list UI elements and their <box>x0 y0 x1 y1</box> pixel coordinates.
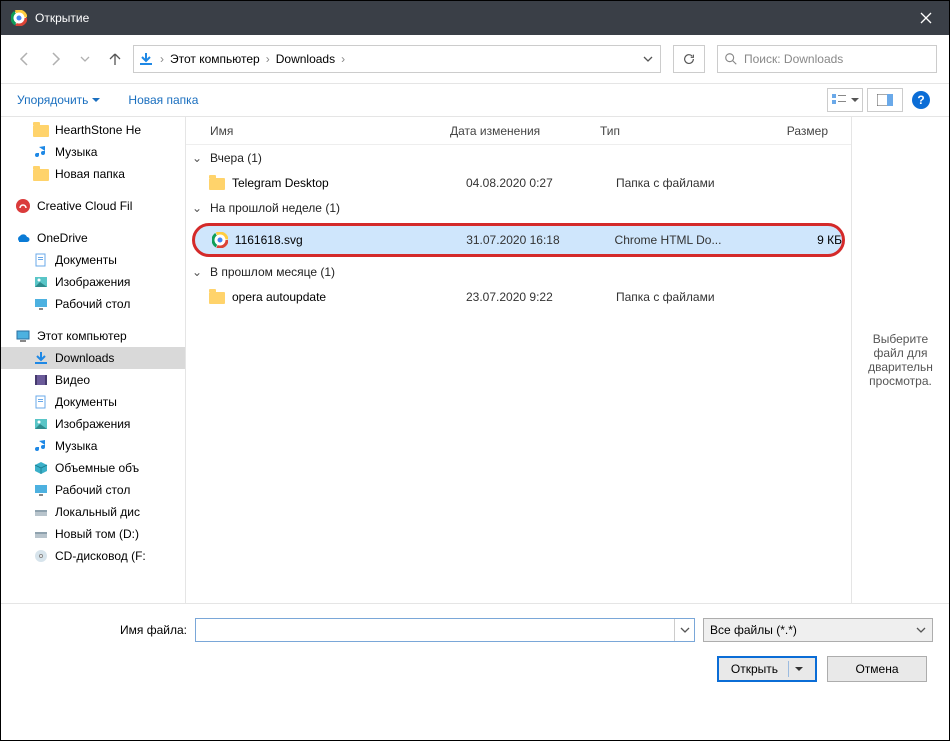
nav-toolbar: › Этот компьютер › Downloads › <box>1 35 949 83</box>
preview-text: Выберите файл для дварительн просмотра. <box>856 332 945 388</box>
filename-input[interactable] <box>196 619 674 641</box>
folder-icon <box>33 125 49 137</box>
group-header[interactable]: ⌄Вчера (1) <box>186 145 851 171</box>
col-date[interactable]: Дата изменения <box>444 124 594 138</box>
thispc-icon <box>15 328 31 344</box>
music-icon <box>33 438 49 454</box>
address-dropdown[interactable] <box>640 54 656 64</box>
desktop-icon <box>33 296 49 312</box>
tree-item[interactable]: Рабочий стол <box>1 293 185 315</box>
chevron-right-icon: › <box>266 52 270 66</box>
folder-icon <box>208 289 226 305</box>
split-chevron-icon[interactable] <box>788 661 803 677</box>
tree-item-onedrive[interactable]: OneDrive <box>1 227 185 249</box>
tree-item[interactable]: Новая папка <box>1 163 185 185</box>
filetype-filter[interactable]: Все файлы (*.*) <box>703 618 933 642</box>
cd-icon <box>33 548 49 564</box>
help-button[interactable]: ? <box>903 88 939 112</box>
organize-button[interactable]: Упорядочить <box>11 89 106 111</box>
tree-item-downloads[interactable]: Downloads <box>1 347 185 369</box>
creative-cloud-icon <box>15 198 31 214</box>
3d-icon <box>33 460 49 476</box>
drive-icon <box>33 504 49 520</box>
tree-item[interactable]: Изображения <box>1 271 185 293</box>
cancel-button[interactable]: Отмена <box>827 656 927 682</box>
search-icon <box>724 52 738 66</box>
chevron-down-icon: ⌄ <box>192 201 206 215</box>
tree-item[interactable]: Объемные объ <box>1 457 185 479</box>
file-row[interactable]: Telegram Desktop 04.08.2020 0:27 Папка с… <box>186 171 851 195</box>
documents-icon <box>33 252 49 268</box>
file-row[interactable]: opera autoupdate 23.07.2020 9:22 Папка с… <box>186 285 851 309</box>
filename-label: Имя файла: <box>17 623 187 637</box>
breadcrumb-segment[interactable]: Downloads <box>276 52 335 66</box>
file-row-selected[interactable]: 1161618.svg 31.07.2020 16:18 Chrome HTML… <box>192 223 845 257</box>
window-title: Открытие <box>35 11 903 25</box>
tree-item[interactable]: Видео <box>1 369 185 391</box>
search-box[interactable] <box>717 45 937 73</box>
filename-combo[interactable] <box>195 618 695 642</box>
preview-pane-button[interactable] <box>867 88 903 112</box>
chrome-icon <box>211 232 229 248</box>
back-button[interactable] <box>13 47 37 71</box>
documents-icon <box>33 394 49 410</box>
chevron-down-icon: ⌄ <box>192 151 206 165</box>
title-bar[interactable]: Открытие <box>1 1 949 35</box>
tree-item[interactable]: Документы <box>1 249 185 271</box>
tree-item[interactable]: Новый том (D:) <box>1 523 185 545</box>
col-name[interactable]: Имя <box>204 124 444 138</box>
folder-icon <box>208 175 226 191</box>
pictures-icon <box>33 274 49 290</box>
close-button[interactable] <box>903 1 949 35</box>
onedrive-icon <box>15 230 31 246</box>
chevron-right-icon: › <box>341 52 345 66</box>
group-header[interactable]: ⌄На прошлой неделе (1) <box>186 195 851 221</box>
view-mode-button[interactable] <box>827 88 863 112</box>
forward-button[interactable] <box>43 47 67 71</box>
search-input[interactable] <box>744 52 930 66</box>
drive-icon <box>33 526 49 542</box>
tree-item-thispc[interactable]: Этот компьютер <box>1 325 185 347</box>
downloads-icon <box>33 350 49 366</box>
desktop-icon <box>33 482 49 498</box>
bottom-panel: Имя файла: Все файлы (*.*) Открыть Отмен… <box>1 603 949 700</box>
col-type[interactable]: Тип <box>594 124 744 138</box>
tree-item[interactable]: HearthStone He <box>1 119 185 141</box>
tree-item[interactable]: CD-дисковод (F: <box>1 545 185 567</box>
recent-dropdown[interactable] <box>73 47 97 71</box>
new-folder-button[interactable]: Новая папка <box>122 89 204 111</box>
tree-item[interactable]: Музыка <box>1 435 185 457</box>
pictures-icon <box>33 416 49 432</box>
open-dialog: Открытие › Этот компьютер › Downloads › <box>0 0 950 741</box>
tree-item[interactable]: Изображения <box>1 413 185 435</box>
videos-icon <box>33 372 49 388</box>
folder-icon <box>33 169 49 181</box>
column-headers: Имя Дата изменения Тип Размер <box>186 117 851 145</box>
file-list: Имя Дата изменения Тип Размер ⌄Вчера (1)… <box>186 117 851 603</box>
chevron-right-icon: › <box>160 52 164 66</box>
refresh-button[interactable] <box>673 45 705 73</box>
chevron-down-icon: ⌄ <box>192 265 206 279</box>
tree-item[interactable]: Рабочий стол <box>1 479 185 501</box>
command-bar: Упорядочить Новая папка ? <box>1 83 949 117</box>
chrome-icon <box>11 10 27 26</box>
tree-item[interactable]: Документы <box>1 391 185 413</box>
music-icon <box>33 144 49 160</box>
chevron-down-icon <box>916 625 926 635</box>
navigation-tree[interactable]: HearthStone He Музыка Новая папка Creati… <box>1 117 186 603</box>
body: HearthStone He Музыка Новая папка Creati… <box>1 117 949 603</box>
up-button[interactable] <box>103 47 127 71</box>
preview-pane: Выберите файл для дварительн просмотра. <box>851 117 949 603</box>
tree-item[interactable]: Локальный дис <box>1 501 185 523</box>
tree-item-cc[interactable]: Creative Cloud Fil <box>1 195 185 217</box>
filename-dropdown[interactable] <box>674 619 694 641</box>
col-size[interactable]: Размер <box>744 124 834 138</box>
breadcrumb-segment[interactable]: Этот компьютер <box>170 52 260 66</box>
address-bar[interactable]: › Этот компьютер › Downloads › <box>133 45 661 73</box>
open-button[interactable]: Открыть <box>717 656 817 682</box>
tree-item[interactable]: Музыка <box>1 141 185 163</box>
downloads-icon <box>138 51 154 67</box>
group-header[interactable]: ⌄В прошлом месяце (1) <box>186 259 851 285</box>
